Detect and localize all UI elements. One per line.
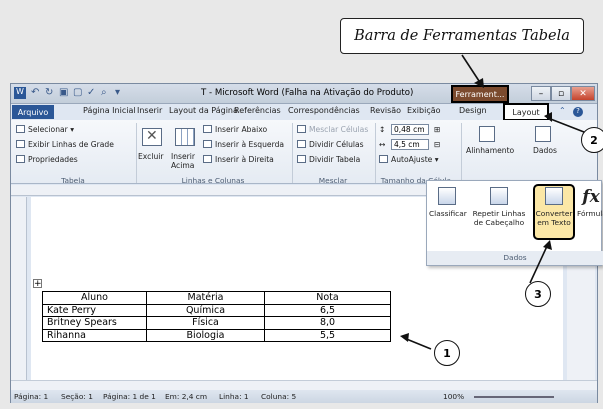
callout-number-3: 3 (525, 281, 551, 307)
arrows-layer (400, 54, 585, 350)
callout-number-2: 2 (581, 127, 603, 153)
callout-number-1: 1 (434, 340, 460, 366)
